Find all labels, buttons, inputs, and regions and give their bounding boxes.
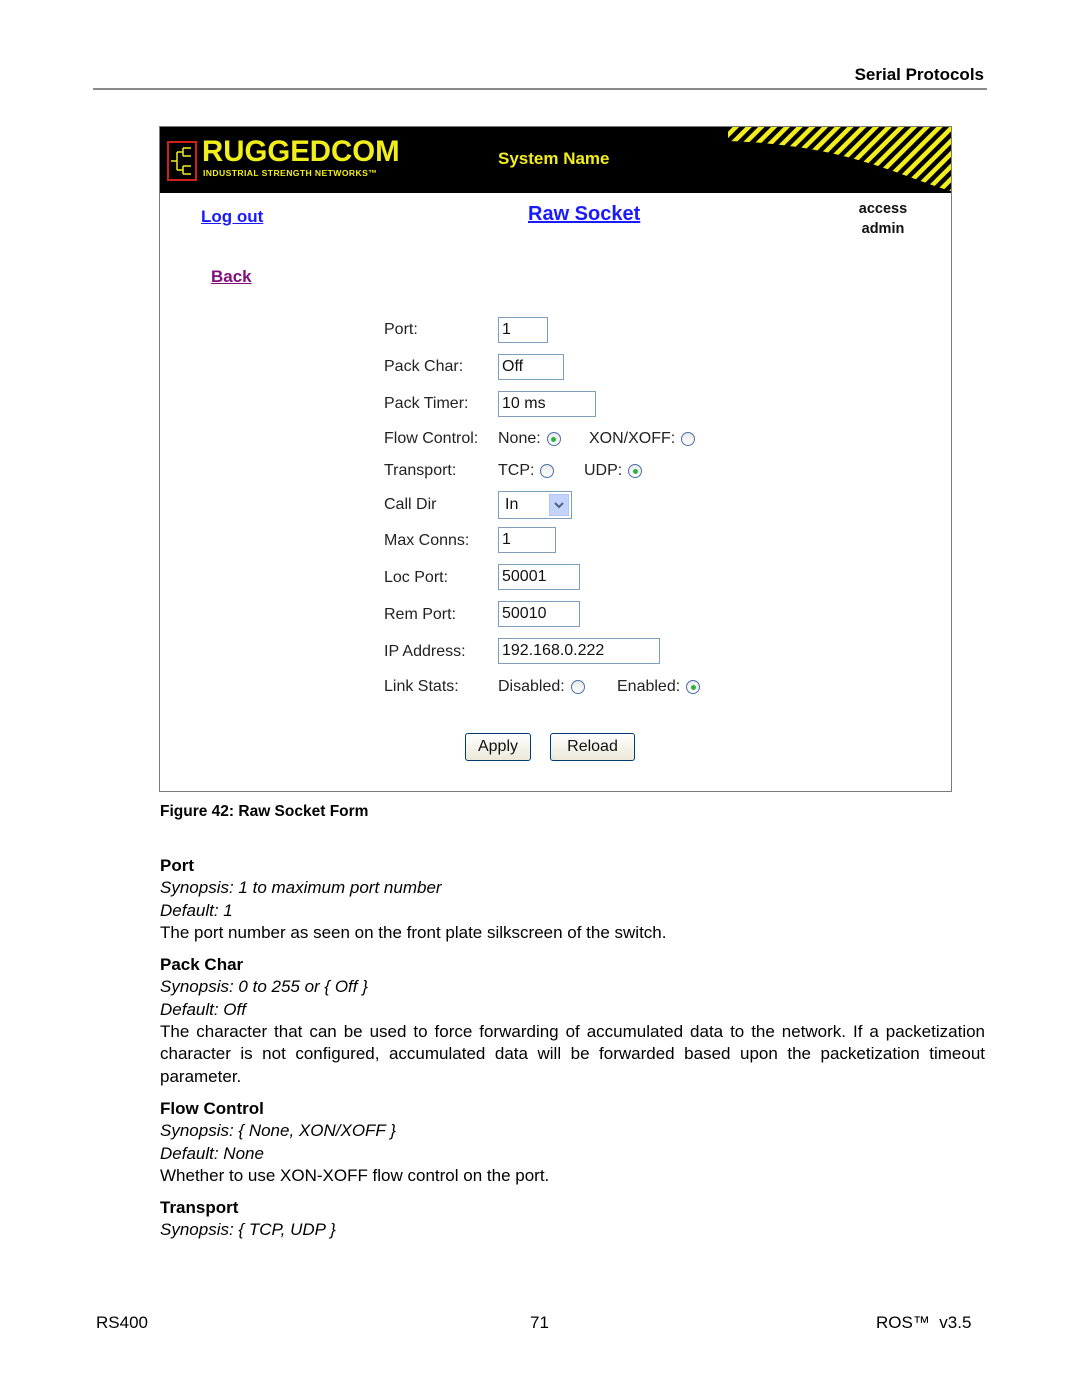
- section-pack-char: Pack Char Synopsis: 0 to 255 or { Off } …: [160, 954, 985, 1088]
- transport-tcp-radio[interactable]: [540, 464, 555, 478]
- pack-timer-input[interactable]: 10 ms: [498, 391, 596, 417]
- access-value: admin: [861, 221, 905, 237]
- rem-port-label: Rem Port:: [384, 606, 457, 623]
- flow-control-xonxoff-label: XON/XOFF:: [589, 430, 676, 447]
- raw-socket-figure: RUGGEDCOM INDUSTRIAL STRENGTH NETWORKS™ …: [159, 126, 952, 792]
- transport-label: Transport:: [384, 462, 457, 479]
- section-synopsis: Synopsis: 0 to 255 or { Off }: [160, 977, 368, 997]
- page-title-link[interactable]: Raw Socket: [528, 203, 640, 226]
- call-dir-label: Call Dir: [384, 496, 437, 513]
- section-description: Whether to use XON-XOFF flow control on …: [160, 1165, 550, 1185]
- logout-link[interactable]: Log out: [201, 207, 263, 227]
- call-dir-select[interactable]: In: [498, 491, 572, 519]
- logo-tagline: INDUSTRIAL STRENGTH NETWORKS™: [203, 168, 378, 178]
- link-stats-disabled-radio[interactable]: [570, 680, 585, 694]
- flow-control-none-label: None:: [498, 430, 541, 447]
- access-label: access: [858, 201, 908, 217]
- section-synopsis: Synopsis: { None, XON/XOFF }: [160, 1121, 396, 1141]
- flow-control-xonxoff-option[interactable]: XON/XOFF:: [589, 430, 696, 448]
- hazard-stripes-decoration: [728, 127, 951, 191]
- section-title: Serial Protocols: [854, 65, 984, 84]
- transport-tcp-option[interactable]: TCP:: [498, 462, 555, 480]
- footer-page-number: 71: [530, 1313, 549, 1332]
- section-transport: Transport Synopsis: { TCP, UDP }: [160, 1197, 985, 1242]
- section-default: Default: None: [160, 1143, 264, 1163]
- transport-udp-radio[interactable]: [628, 464, 643, 478]
- ip-address-label: IP Address:: [384, 643, 466, 660]
- pack-char-input[interactable]: Off: [498, 354, 564, 380]
- page-header: Serial Protocols: [93, 64, 987, 90]
- network-tree-logo-icon: [167, 141, 197, 181]
- chevron-down-icon[interactable]: [549, 494, 569, 516]
- pack-timer-label: Pack Timer:: [384, 395, 469, 412]
- ip-address-input[interactable]: 192.168.0.222: [498, 638, 660, 664]
- logo-wordmark: RUGGEDCOM: [202, 135, 400, 168]
- section-synopsis: Synopsis: 1 to maximum port number: [160, 878, 442, 898]
- port-input[interactable]: 1: [498, 317, 548, 343]
- link-stats-disabled-option[interactable]: Disabled:: [498, 678, 585, 696]
- link-stats-enabled-label: Enabled:: [617, 678, 681, 695]
- section-flow-control: Flow Control Synopsis: { None, XON/XOFF …: [160, 1098, 985, 1187]
- pack-char-label: Pack Char:: [384, 358, 464, 375]
- section-port: Port Synopsis: 1 to maximum port number …: [160, 855, 985, 944]
- figure-caption: Figure 42: Raw Socket Form: [160, 803, 369, 820]
- max-conns-input[interactable]: 1: [498, 527, 556, 553]
- loc-port-label: Loc Port:: [384, 569, 449, 586]
- flow-control-none-radio[interactable]: [546, 432, 561, 446]
- section-heading: Flow Control: [160, 1098, 264, 1118]
- apply-button[interactable]: Apply: [465, 733, 531, 761]
- section-default: Default: 1: [160, 900, 233, 920]
- flow-control-label: Flow Control:: [384, 430, 479, 447]
- link-stats-enabled-option[interactable]: Enabled:: [617, 678, 701, 696]
- system-name: System Name: [498, 149, 610, 168]
- back-link[interactable]: Back: [211, 267, 252, 287]
- loc-port-input[interactable]: 50001: [498, 564, 580, 590]
- section-description: The port number as seen on the front pla…: [160, 922, 667, 942]
- reload-button[interactable]: Reload: [550, 733, 635, 761]
- section-description: The character that can be used to force …: [160, 1022, 985, 1086]
- footer-version: ROS™ v3.5: [876, 1313, 972, 1332]
- section-synopsis: Synopsis: { TCP, UDP }: [160, 1220, 336, 1240]
- flow-control-none-option[interactable]: None:: [498, 430, 561, 448]
- port-label: Port:: [384, 321, 418, 338]
- link-stats-disabled-label: Disabled:: [498, 678, 565, 695]
- parameter-descriptions: Port Synopsis: 1 to maximum port number …: [160, 855, 985, 1252]
- section-heading: Port: [160, 856, 194, 875]
- ruggedcom-banner: RUGGEDCOM INDUSTRIAL STRENGTH NETWORKS™ …: [160, 127, 951, 193]
- max-conns-label: Max Conns:: [384, 532, 470, 549]
- call-dir-value: In: [505, 496, 519, 513]
- rem-port-input[interactable]: 50010: [498, 601, 580, 627]
- link-stats-enabled-radio[interactable]: [686, 680, 701, 694]
- footer-product: RS400: [96, 1313, 148, 1332]
- transport-tcp-label: TCP:: [498, 462, 535, 479]
- transport-udp-label: UDP:: [584, 462, 623, 479]
- flow-control-xonxoff-radio[interactable]: [681, 432, 696, 446]
- access-level: access admin: [850, 199, 916, 239]
- section-default: Default: Off: [160, 999, 246, 1019]
- section-heading: Transport: [160, 1198, 239, 1218]
- section-heading: Pack Char: [160, 955, 244, 975]
- transport-udp-option[interactable]: UDP:: [584, 462, 643, 480]
- link-stats-label: Link Stats:: [384, 678, 459, 695]
